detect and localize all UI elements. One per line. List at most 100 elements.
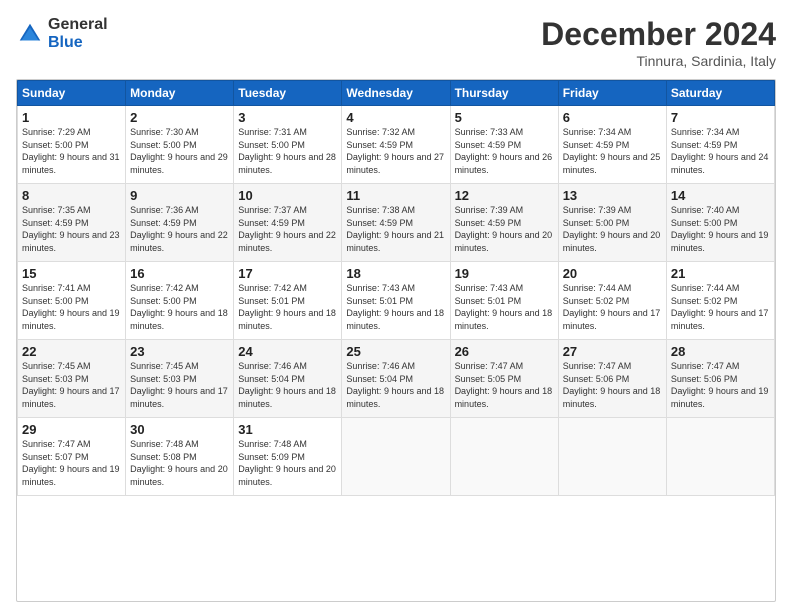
- day-info: Sunrise: 7:48 AMSunset: 5:09 PMDaylight:…: [238, 438, 337, 488]
- logo-blue: Blue: [48, 34, 108, 52]
- header-day: Tuesday: [234, 81, 342, 106]
- day-number: 12: [455, 188, 554, 203]
- day-info: Sunrise: 7:46 AMSunset: 5:04 PMDaylight:…: [346, 360, 445, 410]
- calendar-cell: 27Sunrise: 7:47 AMSunset: 5:06 PMDayligh…: [558, 340, 666, 418]
- day-number: 5: [455, 110, 554, 125]
- calendar-cell: 3Sunrise: 7:31 AMSunset: 5:00 PMDaylight…: [234, 106, 342, 184]
- month-title: December 2024: [541, 16, 776, 53]
- header-day: Saturday: [666, 81, 774, 106]
- location: Tinnura, Sardinia, Italy: [541, 53, 776, 69]
- day-number: 8: [22, 188, 121, 203]
- calendar-cell: 11Sunrise: 7:38 AMSunset: 4:59 PMDayligh…: [342, 184, 450, 262]
- day-info: Sunrise: 7:34 AMSunset: 4:59 PMDaylight:…: [671, 126, 770, 176]
- calendar-cell: 23Sunrise: 7:45 AMSunset: 5:03 PMDayligh…: [126, 340, 234, 418]
- day-number: 26: [455, 344, 554, 359]
- day-info: Sunrise: 7:46 AMSunset: 5:04 PMDaylight:…: [238, 360, 337, 410]
- logo-text: General Blue: [48, 16, 108, 51]
- day-info: Sunrise: 7:38 AMSunset: 4:59 PMDaylight:…: [346, 204, 445, 254]
- calendar-cell: 28Sunrise: 7:47 AMSunset: 5:06 PMDayligh…: [666, 340, 774, 418]
- day-number: 10: [238, 188, 337, 203]
- day-info: Sunrise: 7:36 AMSunset: 4:59 PMDaylight:…: [130, 204, 229, 254]
- calendar-cell: 26Sunrise: 7:47 AMSunset: 5:05 PMDayligh…: [450, 340, 558, 418]
- day-number: 21: [671, 266, 770, 281]
- day-info: Sunrise: 7:40 AMSunset: 5:00 PMDaylight:…: [671, 204, 770, 254]
- page: General Blue December 2024 Tinnura, Sard…: [0, 0, 792, 612]
- calendar-cell: [342, 418, 450, 496]
- calendar-cell: 29Sunrise: 7:47 AMSunset: 5:07 PMDayligh…: [18, 418, 126, 496]
- calendar-cell: 8Sunrise: 7:35 AMSunset: 4:59 PMDaylight…: [18, 184, 126, 262]
- day-number: 23: [130, 344, 229, 359]
- header-day: Thursday: [450, 81, 558, 106]
- day-number: 3: [238, 110, 337, 125]
- calendar-cell: 12Sunrise: 7:39 AMSunset: 4:59 PMDayligh…: [450, 184, 558, 262]
- calendar-cell: [666, 418, 774, 496]
- day-number: 27: [563, 344, 662, 359]
- calendar-table: SundayMondayTuesdayWednesdayThursdayFrid…: [17, 80, 775, 496]
- day-info: Sunrise: 7:37 AMSunset: 4:59 PMDaylight:…: [238, 204, 337, 254]
- day-info: Sunrise: 7:44 AMSunset: 5:02 PMDaylight:…: [671, 282, 770, 332]
- day-number: 6: [563, 110, 662, 125]
- day-info: Sunrise: 7:34 AMSunset: 4:59 PMDaylight:…: [563, 126, 662, 176]
- calendar-cell: 6Sunrise: 7:34 AMSunset: 4:59 PMDaylight…: [558, 106, 666, 184]
- header-day: Monday: [126, 81, 234, 106]
- day-number: 22: [22, 344, 121, 359]
- day-info: Sunrise: 7:43 AMSunset: 5:01 PMDaylight:…: [346, 282, 445, 332]
- day-info: Sunrise: 7:47 AMSunset: 5:07 PMDaylight:…: [22, 438, 121, 488]
- logo-general: General: [48, 16, 108, 34]
- day-info: Sunrise: 7:44 AMSunset: 5:02 PMDaylight:…: [563, 282, 662, 332]
- calendar-week: 8Sunrise: 7:35 AMSunset: 4:59 PMDaylight…: [18, 184, 775, 262]
- day-info: Sunrise: 7:31 AMSunset: 5:00 PMDaylight:…: [238, 126, 337, 176]
- calendar-cell: 13Sunrise: 7:39 AMSunset: 5:00 PMDayligh…: [558, 184, 666, 262]
- day-number: 20: [563, 266, 662, 281]
- calendar-cell: 5Sunrise: 7:33 AMSunset: 4:59 PMDaylight…: [450, 106, 558, 184]
- day-number: 9: [130, 188, 229, 203]
- day-number: 29: [22, 422, 121, 437]
- day-number: 19: [455, 266, 554, 281]
- day-number: 28: [671, 344, 770, 359]
- calendar-cell: 1Sunrise: 7:29 AMSunset: 5:00 PMDaylight…: [18, 106, 126, 184]
- day-info: Sunrise: 7:30 AMSunset: 5:00 PMDaylight:…: [130, 126, 229, 176]
- calendar-week: 22 Sunrise: 7:45 AMSunset: 5:03 PMDayligh…: [18, 340, 775, 418]
- day-number: 31: [238, 422, 337, 437]
- calendar-cell: 15Sunrise: 7:41 AMSunset: 5:00 PMDayligh…: [18, 262, 126, 340]
- header-row: SundayMondayTuesdayWednesdayThursdayFrid…: [18, 81, 775, 106]
- calendar-cell: [450, 418, 558, 496]
- day-info: Sunrise: 7:43 AMSunset: 5:01 PMDaylight:…: [455, 282, 554, 332]
- calendar-cell: 16Sunrise: 7:42 AMSunset: 5:00 PMDayligh…: [126, 262, 234, 340]
- day-info: Sunrise: 7:35 AMSunset: 4:59 PMDaylight:…: [22, 204, 121, 254]
- calendar-cell: 24Sunrise: 7:46 AMSunset: 5:04 PMDayligh…: [234, 340, 342, 418]
- calendar-cell: 30Sunrise: 7:48 AMSunset: 5:08 PMDayligh…: [126, 418, 234, 496]
- header: General Blue December 2024 Tinnura, Sard…: [16, 16, 776, 69]
- day-info: Sunrise: 7:47 AMSunset: 5:05 PMDaylight:…: [455, 360, 554, 410]
- header-day: Friday: [558, 81, 666, 106]
- day-number: 25: [346, 344, 445, 359]
- calendar-cell: 25Sunrise: 7:46 AMSunset: 5:04 PMDayligh…: [342, 340, 450, 418]
- day-info: Sunrise: 7:45 AMSunset: 5:03 PMDaylight:…: [130, 360, 229, 410]
- day-number: 17: [238, 266, 337, 281]
- calendar-cell: 7Sunrise: 7:34 AMSunset: 4:59 PMDaylight…: [666, 106, 774, 184]
- calendar-cell: 2Sunrise: 7:30 AMSunset: 5:00 PMDaylight…: [126, 106, 234, 184]
- day-number: 15: [22, 266, 121, 281]
- day-info: Sunrise: 7:39 AMSunset: 5:00 PMDaylight:…: [563, 204, 662, 254]
- calendar-cell: 10Sunrise: 7:37 AMSunset: 4:59 PMDayligh…: [234, 184, 342, 262]
- day-number: 2: [130, 110, 229, 125]
- day-number: 11: [346, 188, 445, 203]
- calendar-cell: 4Sunrise: 7:32 AMSunset: 4:59 PMDaylight…: [342, 106, 450, 184]
- calendar-cell: 31Sunrise: 7:48 AMSunset: 5:09 PMDayligh…: [234, 418, 342, 496]
- day-number: 4: [346, 110, 445, 125]
- day-number: 13: [563, 188, 662, 203]
- calendar-cell: 9Sunrise: 7:36 AMSunset: 4:59 PMDaylight…: [126, 184, 234, 262]
- calendar-cell: 22Sunrise: 7:45 AMSunset: 5:03 PMDayligh…: [18, 340, 126, 418]
- day-number: 14: [671, 188, 770, 203]
- day-number: 30: [130, 422, 229, 437]
- title-block: December 2024 Tinnura, Sardinia, Italy: [541, 16, 776, 69]
- calendar-week: 1Sunrise: 7:29 AMSunset: 5:00 PMDaylight…: [18, 106, 775, 184]
- calendar-cell: 19Sunrise: 7:43 AMSunset: 5:01 PMDayligh…: [450, 262, 558, 340]
- calendar-cell: [558, 418, 666, 496]
- header-day: Wednesday: [342, 81, 450, 106]
- day-number: 24: [238, 344, 337, 359]
- day-info: Sunrise: 7:32 AMSunset: 4:59 PMDaylight:…: [346, 126, 445, 176]
- calendar-week: 29Sunrise: 7:47 AMSunset: 5:07 PMDayligh…: [18, 418, 775, 496]
- calendar: SundayMondayTuesdayWednesdayThursdayFrid…: [16, 79, 776, 602]
- logo: General Blue: [16, 16, 108, 51]
